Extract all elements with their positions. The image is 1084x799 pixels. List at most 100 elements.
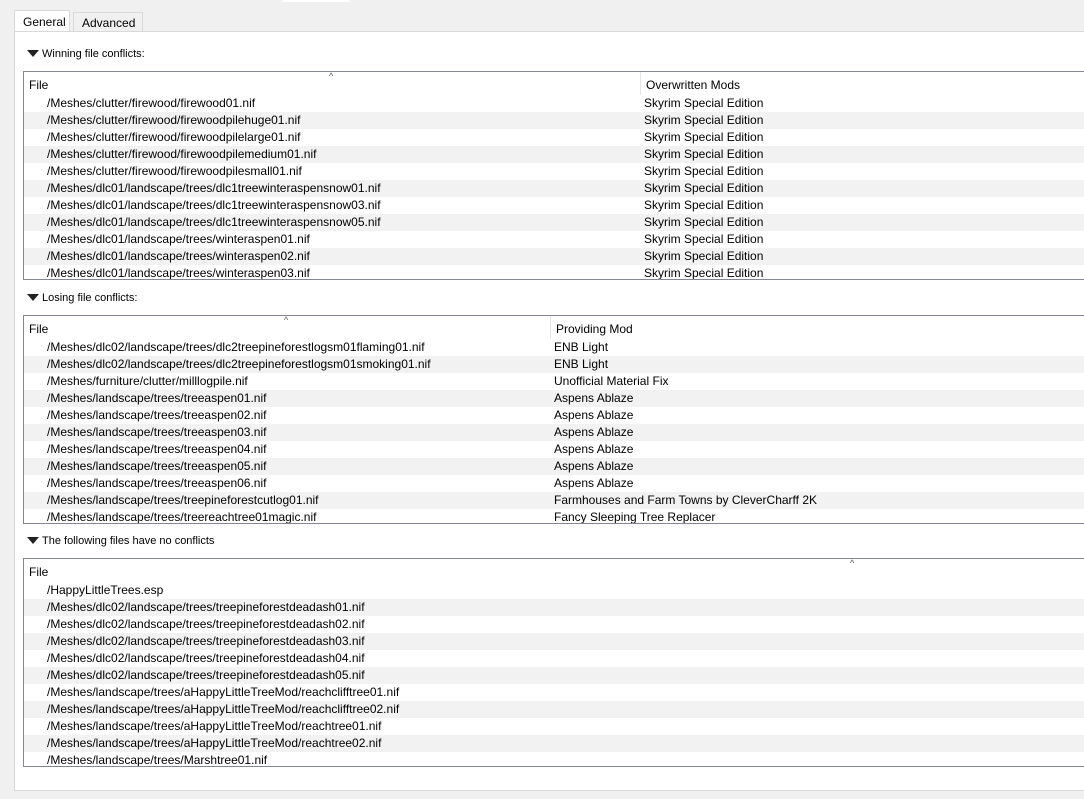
file-path-cell: /Meshes/dlc01/landscape/trees/winteraspe…: [47, 249, 310, 263]
file-path-cell: /Meshes/landscape/trees/aHappyLittleTree…: [47, 702, 400, 716]
window-footer: [0, 791, 1084, 799]
file-path-cell: /Meshes/dlc02/landscape/trees/dlc2treepi…: [47, 340, 425, 354]
mod-name-cell: Aspens Ablaze: [554, 408, 634, 422]
table-row[interactable]: /Meshes/landscape/trees/treepineforestcu…: [24, 492, 1084, 509]
file-path-cell: /Meshes/furniture/clutter/milllogpile.ni…: [47, 374, 248, 388]
table-row[interactable]: /Meshes/dlc02/landscape/trees/dlc2treepi…: [24, 356, 1084, 373]
table-row[interactable]: /Meshes/landscape/trees/aHappyLittleTree…: [24, 735, 1084, 752]
mod-name-cell: Farmhouses and Farm Towns by CleverCharf…: [554, 493, 817, 507]
file-path-cell: /Meshes/landscape/trees/treepineforestcu…: [47, 493, 319, 507]
table-row[interactable]: /Meshes/dlc02/landscape/trees/treepinefo…: [24, 599, 1084, 616]
table-header: File ^ Overwritten Mods: [24, 72, 1084, 96]
tab-bar: General Advanced: [0, 10, 1084, 32]
file-path-cell: /Meshes/landscape/trees/treereachtree01m…: [47, 510, 317, 524]
sort-up-icon: ^: [329, 71, 334, 81]
column-header-overwritten-mods[interactable]: Overwritten Mods: [641, 72, 740, 95]
file-path-cell: /Meshes/dlc02/landscape/trees/treepinefo…: [47, 634, 365, 648]
file-path-cell: /Meshes/dlc02/landscape/trees/treepinefo…: [47, 617, 365, 631]
table-row[interactable]: /Meshes/dlc01/landscape/trees/dlc1treewi…: [24, 180, 1084, 197]
noconflict-section-label: The following files have no conflicts: [42, 535, 215, 547]
file-path-cell: /Meshes/clutter/firewood/firewoodpilesma…: [47, 164, 302, 178]
mod-name-cell: Fancy Sleeping Tree Replacer: [554, 510, 716, 524]
mod-name-cell: ENB Light: [554, 340, 609, 354]
file-path-cell: /Meshes/clutter/firewood/firewoodpilehug…: [47, 113, 301, 127]
file-path-cell: /Meshes/dlc01/landscape/trees/dlc1treewi…: [47, 215, 381, 229]
file-path-cell: /Meshes/dlc02/landscape/trees/dlc2treepi…: [47, 357, 431, 371]
table-row[interactable]: /Meshes/landscape/trees/treeaspen01.nif A…: [24, 390, 1084, 407]
tab-general[interactable]: General: [14, 10, 70, 32]
file-path-cell: /Meshes/landscape/trees/Marshtree01.nif: [47, 753, 268, 767]
mod-name-cell: Skyrim Special Edition: [644, 96, 764, 110]
table-row[interactable]: /Meshes/furniture/clutter/milllogpile.ni…: [24, 373, 1084, 390]
table-row[interactable]: /Meshes/dlc01/landscape/trees/winteraspe…: [24, 265, 1084, 280]
table-row[interactable]: /Meshes/landscape/trees/aHappyLittleTree…: [24, 718, 1084, 735]
table-row[interactable]: /Meshes/landscape/trees/aHappyLittleTree…: [24, 684, 1084, 701]
winning-section-label: Winning file conflicts:: [42, 48, 145, 60]
file-path-cell: /Meshes/dlc01/landscape/trees/dlc1treewi…: [47, 198, 381, 212]
file-path-cell: /Meshes/dlc01/landscape/trees/winteraspe…: [47, 266, 310, 280]
table-row[interactable]: /Meshes/landscape/trees/treeaspen05.nif A…: [24, 458, 1084, 475]
table-row[interactable]: /Meshes/landscape/trees/Marshtree01.nif: [24, 752, 1084, 767]
triangle-down-icon: [27, 294, 39, 301]
mod-name-cell: Skyrim Special Edition: [644, 181, 764, 195]
sort-up-icon: ^: [284, 315, 289, 325]
table-row[interactable]: /Meshes/clutter/firewood/firewoodpilesma…: [24, 163, 1084, 180]
mod-name-cell: Skyrim Special Edition: [644, 232, 764, 246]
mod-name-cell: Unofficial Material Fix: [554, 374, 669, 388]
column-header-providing-mod[interactable]: Providing Mod: [551, 316, 633, 339]
mod-name-cell: Skyrim Special Edition: [644, 113, 764, 127]
mod-name-cell: Skyrim Special Edition: [644, 266, 764, 280]
table-row[interactable]: /Meshes/dlc02/landscape/trees/treepinefo…: [24, 667, 1084, 684]
file-path-cell: /Meshes/landscape/trees/treeaspen04.nif: [47, 442, 267, 456]
table-row[interactable]: /Meshes/clutter/firewood/firewoodpilehug…: [24, 112, 1084, 129]
file-path-cell: /Meshes/clutter/firewood/firewood01.nif: [47, 96, 256, 110]
mod-name-cell: Skyrim Special Edition: [644, 198, 764, 212]
table-row[interactable]: /HappyLittleTrees.esp: [24, 582, 1084, 599]
file-path-cell: /Meshes/landscape/trees/aHappyLittleTree…: [47, 736, 382, 750]
column-header-file[interactable]: File: [24, 559, 48, 582]
table-row[interactable]: /Meshes/dlc01/landscape/trees/winteraspe…: [24, 231, 1084, 248]
tab-advanced[interactable]: Advanced: [73, 12, 143, 32]
table-row[interactable]: /Meshes/clutter/firewood/firewood01.nif S…: [24, 95, 1084, 112]
column-header-file[interactable]: File: [24, 316, 48, 339]
table-row[interactable]: /Meshes/landscape/trees/treeaspen02.nif A…: [24, 407, 1084, 424]
table-row[interactable]: /Meshes/landscape/trees/aHappyLittleTree…: [24, 701, 1084, 718]
table-row[interactable]: /Meshes/clutter/firewood/firewoodpilelar…: [24, 129, 1084, 146]
table-row[interactable]: /Meshes/dlc02/landscape/trees/treepinefo…: [24, 616, 1084, 633]
table-row[interactable]: /Meshes/landscape/trees/treeaspen06.nif A…: [24, 475, 1084, 492]
mod-name-cell: Skyrim Special Edition: [644, 249, 764, 263]
column-header-file[interactable]: File: [24, 72, 48, 95]
table-row[interactable]: /Meshes/dlc02/landscape/trees/treepinefo…: [24, 650, 1084, 667]
file-path-cell: /Meshes/clutter/firewood/firewoodpilemed…: [47, 147, 317, 161]
mod-name-cell: ENB Light: [554, 357, 609, 371]
table-row[interactable]: /Meshes/landscape/trees/treeaspen04.nif A…: [24, 441, 1084, 458]
table-row[interactable]: /Meshes/dlc02/landscape/trees/treepinefo…: [24, 633, 1084, 650]
file-path-cell: /Meshes/landscape/trees/treeaspen05.nif: [47, 459, 267, 473]
mod-name-cell: Aspens Ablaze: [554, 476, 634, 490]
table-row[interactable]: /Meshes/landscape/trees/treereachtree01m…: [24, 509, 1084, 524]
file-path-cell: /Meshes/landscape/trees/treeaspen01.nif: [47, 391, 267, 405]
file-path-cell: /Meshes/landscape/trees/treeaspen02.nif: [47, 408, 267, 422]
no-conflict-files-table[interactable]: File ^ /HappyLittleTrees.esp/Meshes/dlc0…: [23, 558, 1084, 767]
file-path-cell: /Meshes/clutter/firewood/firewoodpilelar…: [47, 130, 301, 144]
table-row[interactable]: /Meshes/clutter/firewood/firewoodpilemed…: [24, 146, 1084, 163]
mod-name-cell: Skyrim Special Edition: [644, 215, 764, 229]
mod-name-cell: Skyrim Special Edition: [644, 164, 764, 178]
table-row[interactable]: /Meshes/dlc01/landscape/trees/dlc1treewi…: [24, 197, 1084, 214]
table-row[interactable]: /Meshes/dlc01/landscape/trees/dlc1treewi…: [24, 214, 1084, 231]
file-path-cell: /Meshes/landscape/trees/treeaspen06.nif: [47, 476, 267, 490]
mod-name-cell: Aspens Ablaze: [554, 391, 634, 405]
mod-name-cell: Aspens Ablaze: [554, 459, 634, 473]
losing-conflicts-table[interactable]: File ^ Providing Mod /Meshes/dlc02/lands…: [23, 315, 1084, 524]
table-row[interactable]: /Meshes/dlc02/landscape/trees/dlc2treepi…: [24, 339, 1084, 356]
table-row[interactable]: /Meshes/dlc01/landscape/trees/winteraspe…: [24, 248, 1084, 265]
table-row[interactable]: /Meshes/landscape/trees/treeaspen03.nif A…: [24, 424, 1084, 441]
file-path-cell: /Meshes/landscape/trees/treeaspen03.nif: [47, 425, 267, 439]
file-path-cell: /Meshes/dlc02/landscape/trees/treepinefo…: [47, 600, 365, 614]
file-path-cell: /Meshes/dlc02/landscape/trees/treepinefo…: [47, 651, 365, 665]
table-header: File ^ Providing Mod: [24, 316, 1084, 340]
sort-up-icon: ^: [850, 558, 855, 568]
winning-conflicts-table[interactable]: File ^ Overwritten Mods /Meshes/clutter/…: [23, 71, 1084, 280]
file-path-cell: /Meshes/dlc01/landscape/trees/winteraspe…: [47, 232, 310, 246]
file-path-cell: /Meshes/dlc01/landscape/trees/dlc1treewi…: [47, 181, 381, 195]
